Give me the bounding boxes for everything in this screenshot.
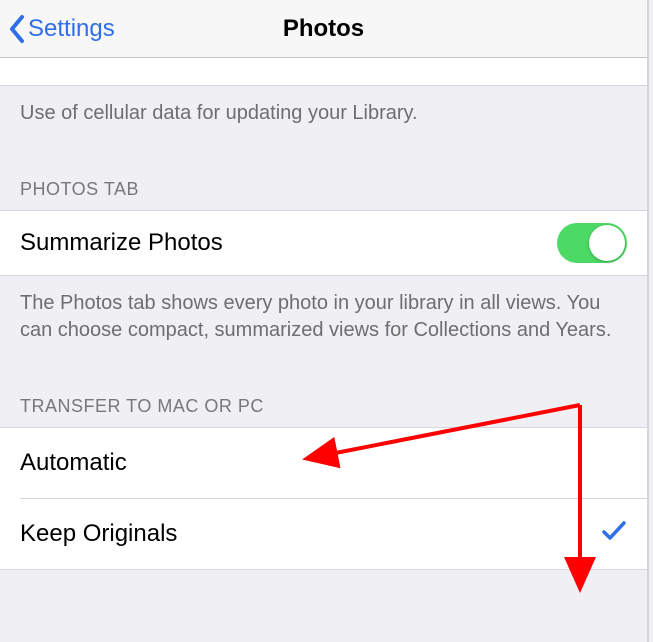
chevron-left-icon — [8, 14, 26, 44]
summarize-photos-label: Summarize Photos — [20, 229, 223, 257]
summarize-photos-toggle[interactable] — [557, 223, 627, 263]
transfer-options-group: Automatic Keep Originals — [0, 427, 647, 570]
option-keep-originals[interactable]: Keep Originals — [0, 499, 647, 569]
toggle-knob — [589, 225, 625, 261]
option-keep-originals-label: Keep Originals — [20, 520, 177, 548]
summarize-photos-row[interactable]: Summarize Photos — [0, 210, 647, 276]
back-button[interactable]: Settings — [8, 0, 115, 57]
section-header-photos-tab: PHOTOS TAB — [0, 155, 647, 210]
option-automatic-label: Automatic — [20, 449, 127, 477]
back-label: Settings — [28, 15, 115, 43]
option-automatic[interactable]: Automatic — [0, 428, 647, 498]
settings-screen: Settings Photos Cellular Data Use of cel… — [0, 0, 649, 642]
section-header-transfer: TRANSFER TO MAC OR PC — [0, 372, 647, 427]
cellular-data-row[interactable]: Cellular Data — [0, 58, 647, 86]
photos-tab-footer: The Photos tab shows every photo in your… — [0, 276, 647, 372]
checkmark-icon — [601, 520, 627, 549]
cellular-footer: Use of cellular data for updating your L… — [0, 86, 647, 155]
navbar: Settings Photos — [0, 0, 647, 58]
